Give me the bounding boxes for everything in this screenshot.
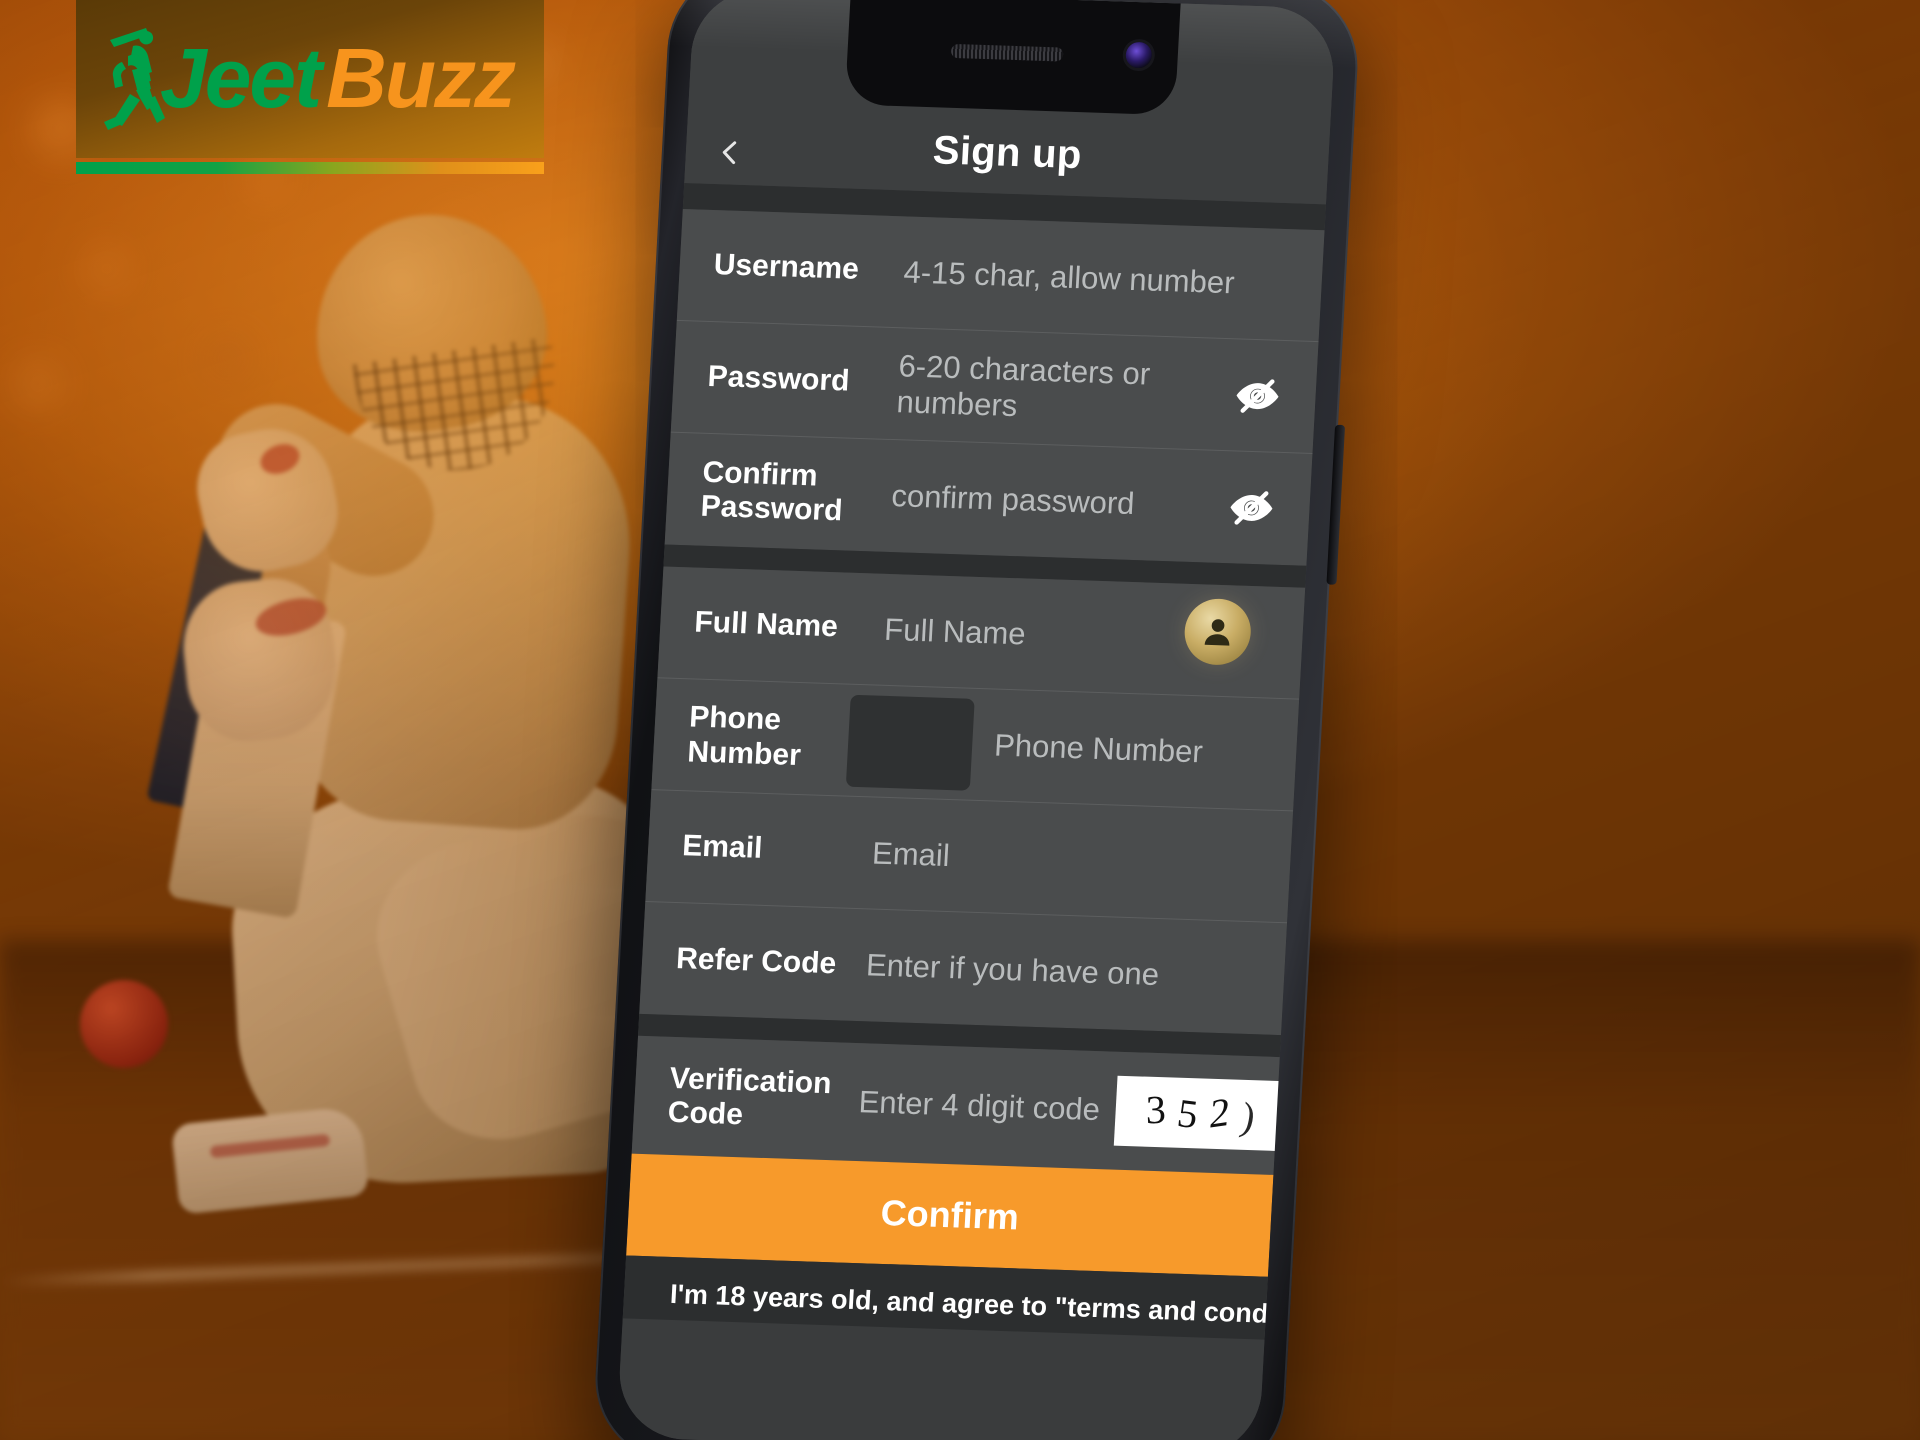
phone-mockup: Sign up Username 4-15 char, allow number… (590, 0, 1362, 1440)
verification-code-label: Verification Code (667, 1061, 833, 1132)
phone-screen: Sign up Username 4-15 char, allow number… (616, 0, 1337, 1440)
phone-number-label: Phone Number (686, 700, 802, 772)
captcha-char-1: 3 (1144, 1086, 1166, 1133)
back-button[interactable] (707, 130, 753, 175)
logo-accent-bar (76, 162, 544, 174)
captcha-char-3: 2 (1207, 1088, 1232, 1137)
logo-text-jeet: Jeet (160, 31, 322, 125)
profile-section: Full Name Full Name Phone Number Phone N… (639, 566, 1306, 1036)
field-row-verification-code[interactable]: Verification Code Enter 4 digit code 3 5… (632, 1036, 1332, 1175)
password-input[interactable]: 6-20 characters or numbers (896, 348, 1222, 431)
captcha-image[interactable]: 3 5 2 ) (1114, 1075, 1286, 1152)
chevron-left-icon (722, 141, 737, 165)
verification-code-input[interactable]: Enter 4 digit code (858, 1084, 1101, 1128)
field-row-confirm-password[interactable]: Confirm Password confirm password (665, 433, 1313, 566)
confirm-password-visibility-toggle[interactable] (1222, 479, 1281, 537)
refer-code-label: Refer Code (675, 941, 838, 981)
eye-off-icon (1236, 378, 1279, 413)
user-avatar-icon (1204, 619, 1230, 646)
refer-code-input[interactable]: Enter if you have one (865, 947, 1255, 996)
brand-logo: Jeet Buzz (76, 0, 544, 180)
full-name-label: Full Name (693, 605, 839, 644)
password-label: Password (706, 360, 851, 398)
eye-off-icon (1230, 491, 1273, 525)
field-row-username[interactable]: Username 4-15 char, allow number (676, 208, 1325, 343)
email-label: Email (681, 829, 764, 866)
screenshot-root: Jeet Buzz Sign up Username 4-15 char, al… (0, 0, 1920, 1440)
country-code-select[interactable] (845, 694, 975, 791)
captcha-char-2: 5 (1174, 1090, 1201, 1138)
confirm-password-input[interactable]: confirm password (891, 478, 1215, 525)
verification-section: Verification Code Enter 4 digit code 3 5… (631, 1035, 1332, 1175)
field-row-password[interactable]: Password 6-20 characters or numbers (670, 320, 1319, 454)
field-row-refer-code[interactable]: Refer Code Enter if you have one (639, 902, 1287, 1035)
field-row-email[interactable]: Email Email (645, 790, 1294, 924)
username-label: Username (712, 248, 860, 287)
page-title: Sign up (931, 128, 1083, 178)
captcha-char-4: ) (1236, 1093, 1259, 1140)
confirm-password-label: Confirm Password (699, 455, 844, 528)
username-input[interactable]: 4-15 char, allow number (903, 254, 1293, 303)
password-visibility-toggle[interactable] (1228, 367, 1287, 425)
logo-wordmark: Jeet Buzz (102, 18, 532, 138)
signup-app: Sign up Username 4-15 char, allow number… (616, 0, 1337, 1440)
account-section: Username 4-15 char, allow number Passwor… (664, 208, 1325, 566)
field-row-phone-number[interactable]: Phone Number Phone Number (651, 678, 1300, 812)
field-row-full-name[interactable]: Full Name Full Name (657, 566, 1306, 700)
phone-number-input[interactable]: Phone Number (993, 727, 1267, 772)
logo-text-buzz: Buzz (326, 31, 516, 125)
email-input[interactable]: Email (871, 835, 1261, 884)
